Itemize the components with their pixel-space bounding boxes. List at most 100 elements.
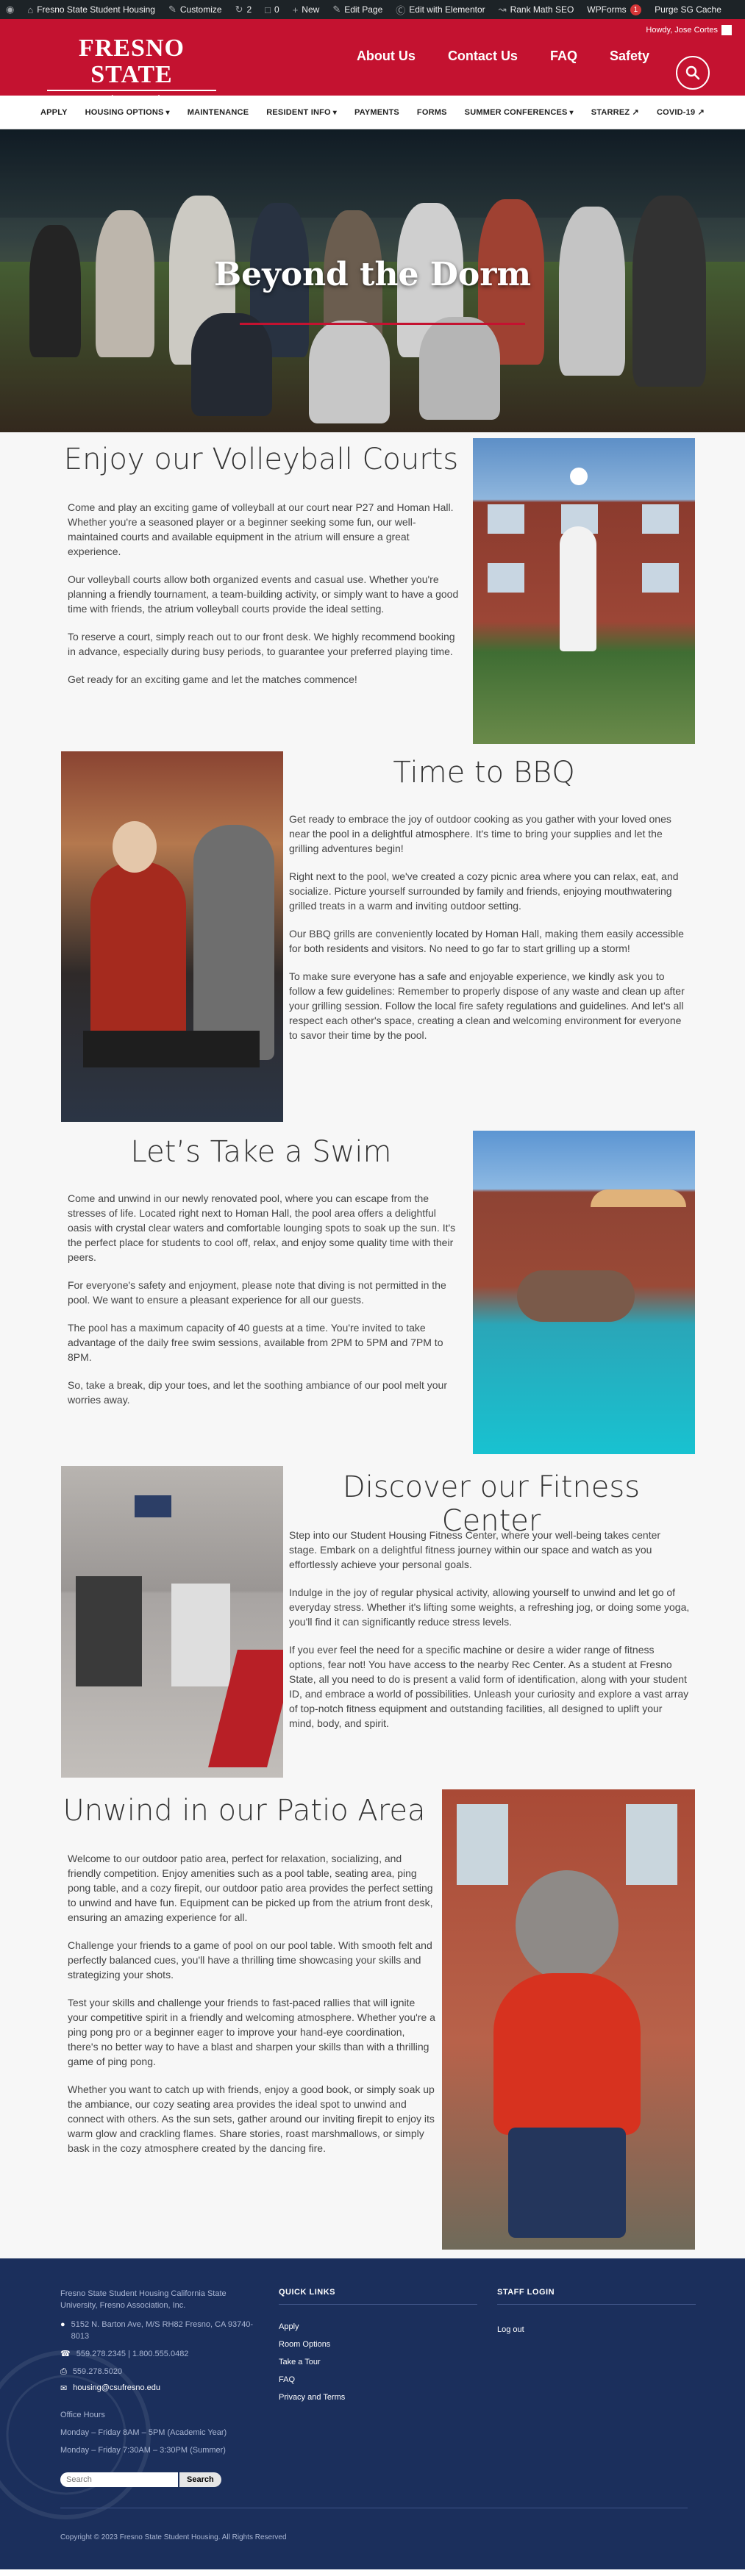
footer-phone[interactable]: ☎ 559.278.2345 | 1.800.555.0482 bbox=[60, 2348, 259, 2360]
elementor-icon: Ⓒ bbox=[396, 4, 406, 16]
quick-links-title: QUICK LINKS bbox=[279, 2288, 477, 2305]
logo-divider bbox=[47, 90, 216, 91]
subnav-apply[interactable]: APPLY bbox=[40, 108, 68, 117]
section-title: Let’s Take a Swim bbox=[130, 1135, 392, 1169]
volleyball-photo bbox=[473, 438, 695, 744]
paragraph: So, take a break, dip your toes, and let… bbox=[68, 1379, 447, 1406]
admin-elementor[interactable]: Ⓒ Edit with Elementor bbox=[396, 3, 485, 17]
subnav-housing-options[interactable]: HOUSING OPTIONS bbox=[85, 108, 170, 117]
hours-academic: Monday – Friday 8AM – 5PM (Academic Year… bbox=[60, 2428, 227, 2437]
footer-fax-text: 559.278.5020 bbox=[72, 2367, 123, 2376]
admin-new-label: New bbox=[302, 4, 320, 15]
nav-contact-us[interactable]: Contact Us bbox=[448, 49, 518, 64]
footer-link-privacy-terms[interactable]: Privacy and Terms bbox=[279, 2393, 477, 2402]
footer-search-input[interactable] bbox=[60, 2472, 178, 2487]
admin-purge-cache[interactable]: Purge SG Cache bbox=[655, 4, 721, 15]
paragraph: If you ever feel the need for a specific… bbox=[289, 1644, 689, 1729]
footer-link-log-out[interactable]: Log out bbox=[497, 2325, 524, 2334]
hero-banner: Beyond the Dorm bbox=[0, 129, 745, 432]
admin-new[interactable]: + New bbox=[293, 4, 320, 15]
section-body: Get ready to embrace the joy of outdoor … bbox=[289, 812, 690, 1056]
footer-address-text: 5152 N. Barton Ave, M/S RH82 Fresno, CA … bbox=[71, 2320, 254, 2341]
admin-elementor-label: Edit with Elementor bbox=[409, 4, 485, 15]
nav-faq[interactable]: FAQ bbox=[550, 49, 577, 64]
admin-comments[interactable]: □ 0 bbox=[265, 4, 279, 15]
footer-fax: ⎙ 559.278.5020 bbox=[60, 2366, 259, 2378]
admin-edit-page[interactable]: ✎ Edit Page bbox=[332, 4, 382, 15]
footer-link-room-options[interactable]: Room Options bbox=[279, 2340, 477, 2349]
subnav-payments[interactable]: PAYMENTS bbox=[354, 108, 399, 117]
footer-address: ● 5152 N. Barton Ave, M/S RH82 Fresno, CA… bbox=[60, 2319, 259, 2342]
hero-title-underline bbox=[240, 323, 525, 325]
section-body: Step into our Student Housing Fitness Ce… bbox=[289, 1528, 690, 1744]
site-header: FRESNO STATE Student Housing Howdy, Jose… bbox=[0, 19, 745, 106]
subnav-resident-info[interactable]: RESIDENT INFO bbox=[266, 108, 337, 117]
brush-icon: ✎ bbox=[168, 4, 177, 15]
footer-email[interactable]: ✉ housing@csufresno.edu bbox=[60, 2383, 259, 2393]
external-link-icon: ↗ bbox=[632, 108, 639, 117]
hero-title: Beyond the Dorm bbox=[213, 256, 532, 293]
paragraph: Whether you want to catch up with friend… bbox=[68, 2083, 435, 2154]
section-body: Welcome to our outdoor patio area, perfe… bbox=[68, 1851, 435, 2169]
subnav-maintenance[interactable]: MAINTENANCE bbox=[188, 108, 249, 117]
admin-wpforms[interactable]: WPForms 1 bbox=[587, 4, 642, 15]
phone-icon: ☎ bbox=[60, 2350, 71, 2358]
plus-icon: + bbox=[292, 4, 299, 15]
paragraph: For everyone's safety and enjoyment, ple… bbox=[68, 1279, 446, 1306]
fitness-photo bbox=[61, 1466, 283, 1778]
footer-phone-text: 559.278.2345 | 1.800.555.0482 bbox=[76, 2350, 189, 2358]
refresh-icon: ↻ bbox=[235, 4, 243, 15]
section-fitness: Discover our Fitness Center Step into ou… bbox=[0, 1466, 745, 1789]
admin-wpforms-badge: 1 bbox=[630, 4, 642, 15]
section-patio: Unwind in our Patio Area Welcome to our … bbox=[0, 1789, 745, 2258]
admin-site-name[interactable]: ⌂ Fresno State Student Housing bbox=[27, 4, 155, 15]
paragraph: Our volleyball courts allow both organiz… bbox=[68, 573, 459, 615]
footer-quick-links: QUICK LINKS Apply Room Options Take a To… bbox=[279, 2288, 477, 2402]
subnav-summer-conferences[interactable]: SUMMER CONFERENCES bbox=[465, 108, 574, 117]
admin-bar: ◉ ⌂ Fresno State Student Housing ✎ Customi… bbox=[0, 0, 745, 19]
user-greeting[interactable]: Howdy, Jose Cortes bbox=[646, 25, 732, 35]
paragraph: Come and play an exciting game of volley… bbox=[68, 501, 454, 557]
admin-customize-label: Customize bbox=[179, 4, 222, 15]
mascot-photo bbox=[442, 1789, 695, 2250]
footer-link-apply[interactable]: Apply bbox=[279, 2322, 477, 2331]
subnav-starrez[interactable]: STARREZ ↗ bbox=[591, 107, 639, 117]
footer-copyright: Copyright © 2023 Fresno State Student Ho… bbox=[60, 2533, 287, 2541]
footer-search-button[interactable]: Search bbox=[179, 2472, 221, 2487]
site-logo[interactable]: FRESNO STATE Student Housing bbox=[47, 35, 216, 106]
paragraph: Right next to the pool, we've created a … bbox=[289, 870, 679, 912]
admin-edit-page-label: Edit Page bbox=[344, 4, 383, 15]
footer-org: Fresno State Student Housing California … bbox=[60, 2289, 227, 2310]
bbq-photo bbox=[61, 751, 283, 1122]
admin-rank-math-label: Rank Math SEO bbox=[510, 4, 574, 15]
main-content: Enjoy our Volleyball Courts Come and pla… bbox=[0, 432, 745, 2258]
section-body: Come and unwind in our newly renovated p… bbox=[68, 1191, 461, 1420]
subnav-covid-19[interactable]: COVID-19 ↗ bbox=[657, 107, 705, 117]
footer-link-faq[interactable]: FAQ bbox=[279, 2375, 477, 2384]
logo-subtitle: Student Housing bbox=[90, 93, 173, 106]
logo-wordmark: FRESNO STATE bbox=[79, 35, 185, 88]
paragraph: To make sure everyone has a safe and enj… bbox=[289, 970, 685, 1041]
footer-link-take-a-tour[interactable]: Take a Tour bbox=[279, 2358, 477, 2366]
subnav-covid-label: COVID-19 bbox=[656, 108, 696, 117]
nav-safety[interactable]: Safety bbox=[610, 49, 649, 64]
email-icon: ✉ bbox=[60, 2384, 68, 2393]
admin-customize[interactable]: ✎ Customize bbox=[168, 4, 222, 15]
admin-updates[interactable]: ↻ 2 bbox=[235, 4, 252, 15]
fax-icon: ⎙ bbox=[60, 2367, 67, 2376]
header-search-button[interactable] bbox=[676, 56, 710, 90]
admin-rank-math[interactable]: ↝ Rank Math SEO bbox=[499, 4, 574, 15]
section-body: Come and play an exciting game of volley… bbox=[68, 500, 461, 700]
subnav-forms[interactable]: FORMS bbox=[417, 108, 447, 117]
admin-purge-cache-label: Purge SG Cache bbox=[655, 4, 721, 15]
paragraph: Challenge your friends to a game of pool… bbox=[68, 1939, 432, 1981]
home-icon: ⌂ bbox=[27, 4, 34, 15]
avatar bbox=[721, 25, 732, 35]
nav-about-us[interactable]: About Us bbox=[357, 49, 416, 64]
pool-photo bbox=[473, 1131, 695, 1454]
wordpress-logo-icon[interactable]: ◉ bbox=[6, 4, 14, 15]
section-title: Enjoy our Volleyball Courts bbox=[63, 443, 459, 476]
chart-icon: ↝ bbox=[498, 4, 507, 15]
location-pin-icon: ● bbox=[60, 2320, 65, 2329]
paragraph: Welcome to our outdoor patio area, perfe… bbox=[68, 1853, 433, 1923]
